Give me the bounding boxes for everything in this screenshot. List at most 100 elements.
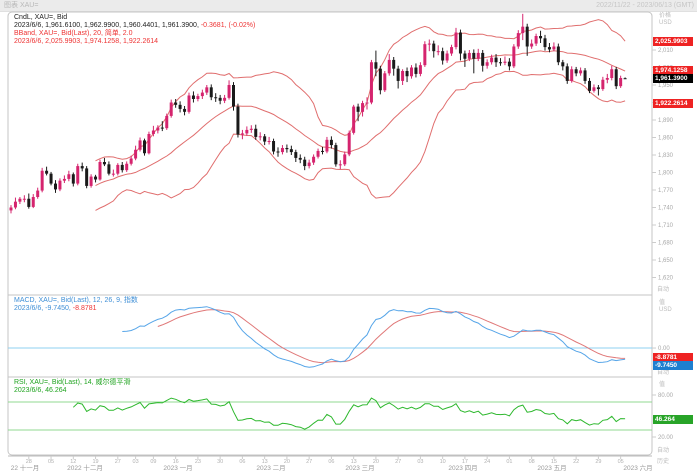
- chart-canvas[interactable]: 价格USD2,0101,9801,9501,9201,8901,8601,830…: [0, 0, 697, 472]
- candle-body: [312, 157, 315, 163]
- candle-body: [72, 174, 75, 183]
- candle-body: [406, 71, 409, 76]
- candle-body: [392, 60, 395, 69]
- svg-text:1,710: 1,710: [658, 223, 674, 229]
- candle-body: [183, 109, 186, 112]
- candle-body: [228, 85, 231, 98]
- candle-body: [512, 47, 515, 67]
- candle-body: [99, 162, 102, 179]
- candle-body: [624, 78, 627, 79]
- candle-body: [330, 140, 333, 145]
- svg-text:2023 五月: 2023 五月: [537, 464, 566, 472]
- candle-body: [196, 96, 199, 99]
- candle-body: [107, 164, 110, 173]
- candle-body: [285, 148, 288, 149]
- candle-body: [388, 60, 391, 73]
- rsi-legend-line1: RSI, XAU=, Bid(Last), 14, 威尔德平滑: [14, 379, 131, 387]
- bband-legend-line1: BBand, XAU=, Bid(Last), 20, 简单, 2.0: [14, 30, 132, 38]
- candle-body: [615, 69, 618, 86]
- candle-body: [268, 141, 271, 142]
- svg-text:0.00: 0.00: [658, 346, 670, 352]
- svg-text:23: 23: [195, 459, 201, 465]
- candle-body: [552, 47, 555, 50]
- candle-body: [334, 145, 337, 164]
- svg-text:06: 06: [328, 459, 334, 465]
- candle-body: [566, 66, 569, 81]
- candle-body: [130, 158, 133, 163]
- candle-body: [343, 154, 346, 164]
- candle-body: [143, 140, 146, 153]
- candle-body: [152, 130, 155, 133]
- candle-body: [419, 65, 422, 74]
- svg-text:历史: 历史: [657, 457, 669, 465]
- candle-body: [517, 33, 520, 46]
- candle-body: [317, 151, 320, 157]
- candle-body: [18, 199, 21, 202]
- bollinger-middle-line: [96, 51, 626, 186]
- svg-text:价格: 价格: [659, 11, 671, 19]
- svg-text:27: 27: [115, 459, 121, 465]
- candle-body: [272, 141, 275, 151]
- candle-body: [139, 140, 142, 149]
- svg-text:01: 01: [506, 459, 512, 465]
- candle-body: [27, 199, 30, 207]
- svg-text:2023 六月: 2023 六月: [623, 463, 652, 472]
- svg-text:自动: 自动: [657, 285, 669, 293]
- candle-body: [10, 207, 13, 210]
- candle-body: [41, 171, 44, 191]
- candle-body: [450, 47, 453, 53]
- candle-body: [85, 168, 88, 185]
- pane-borders: [8, 12, 652, 455]
- svg-text:1,830: 1,830: [658, 153, 674, 159]
- candle-body: [361, 103, 364, 112]
- macd-line: [122, 307, 625, 368]
- candle-body: [383, 73, 386, 90]
- svg-text:80.00: 80.00: [658, 393, 674, 399]
- candle-body: [147, 134, 150, 153]
- candle-body: [548, 47, 551, 49]
- candle-body: [50, 174, 53, 184]
- bollinger-lower-line: [96, 71, 626, 210]
- candle-body: [366, 102, 369, 103]
- candle-body: [259, 136, 262, 137]
- candle-body: [156, 128, 159, 131]
- candle-body: [374, 62, 377, 68]
- rsi-value-badge: 46.264: [653, 415, 693, 424]
- candle-body: [481, 53, 484, 66]
- candle-body: [539, 36, 542, 38]
- bband-legend-line2: 2023/6/6, 2,025.9903, 1,974.1258, 1,922.…: [14, 38, 158, 46]
- svg-text:2,010: 2,010: [658, 48, 674, 54]
- candle-body: [530, 44, 533, 47]
- candle-body: [303, 160, 306, 166]
- candle-body: [357, 107, 360, 112]
- candle-body: [210, 87, 213, 97]
- candle-body: [36, 191, 39, 197]
- candle-body: [477, 53, 480, 59]
- bollinger-bands: [96, 20, 626, 211]
- candle-body: [63, 179, 66, 181]
- candle-body: [223, 98, 226, 101]
- svg-text:09: 09: [150, 459, 156, 465]
- candle-body: [294, 152, 297, 158]
- svg-text:08: 08: [529, 459, 535, 465]
- candle-body: [561, 62, 564, 66]
- candle-body: [468, 53, 471, 59]
- svg-text:1,800: 1,800: [658, 170, 674, 176]
- candle-body: [379, 69, 382, 91]
- candle-body: [579, 70, 582, 73]
- candle-body: [14, 202, 17, 208]
- candle-body: [179, 105, 182, 109]
- candle-body: [455, 33, 458, 48]
- rsi-legend-line2: 2023/6/6, 46.264: [14, 387, 67, 395]
- candle-body: [348, 133, 351, 155]
- svg-text:1,680: 1,680: [658, 240, 674, 246]
- candle-body: [214, 97, 217, 98]
- time-axis: 2805121927030916233006132027061320270310…: [8, 456, 669, 472]
- svg-text:1,860: 1,860: [658, 135, 674, 141]
- candle-body: [339, 164, 342, 165]
- candle-body: [236, 107, 239, 135]
- svg-text:值: 值: [659, 380, 665, 388]
- svg-text:值: 值: [659, 298, 665, 306]
- price-legend-ohlc: 2023/6/6, 1,961.6100, 1,962.9900, 1,960.…: [14, 22, 199, 29]
- candle-body: [277, 151, 280, 152]
